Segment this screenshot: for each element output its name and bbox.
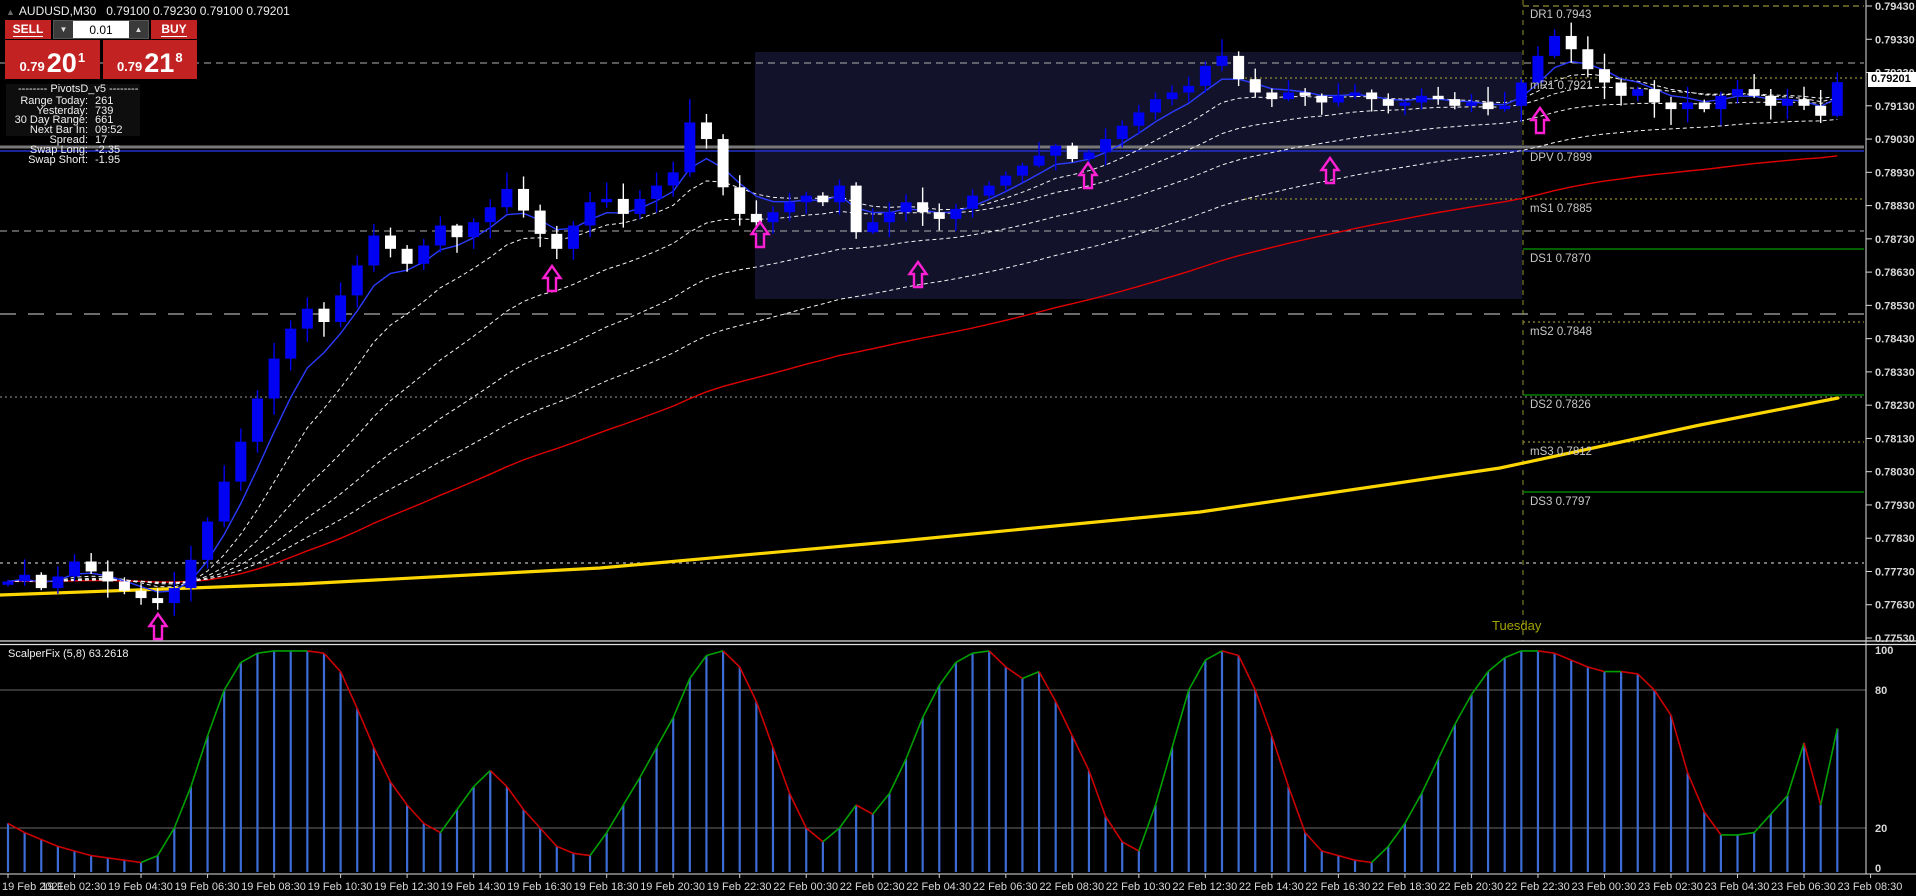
- main-chart-canvas: DR1 0.7943 mR1 0.7921 DPV 0.7899 mS1 0.7885…: [0, 0, 1916, 896]
- current-price-box: 0.79201: [1868, 72, 1916, 87]
- chart-title: ▲ AUDUSD,M30 0.79100 0.79230 0.79100 0.792…: [6, 4, 290, 18]
- time-tick-label: 19 Feb 08:30: [241, 881, 306, 893]
- pivot-label-DR1: DR1 0.7943: [1530, 9, 1591, 21]
- time-tick-label: 23 Feb 00:30: [1571, 881, 1636, 893]
- pivots-panel-row: Swap Short:-1.95: [6, 156, 140, 166]
- oscillator-levels: [0, 690, 1866, 828]
- pivot-label-mS3: mS3 0.7812: [1530, 446, 1592, 458]
- up-arrow-icon: [544, 266, 561, 291]
- time-tick-label: 22 Feb 06:30: [973, 881, 1038, 893]
- time-tick-label: 22 Feb 08:30: [1039, 881, 1104, 893]
- time-tick-label: 19 Feb 14:30: [441, 881, 506, 893]
- oscillator-scale-label: 0: [1875, 863, 1881, 875]
- time-tick-label: 19 Feb 12:30: [374, 881, 439, 893]
- oscillator-scale-label: 80: [1875, 685, 1887, 697]
- price-tick-label: 0.78530: [1875, 300, 1915, 312]
- price-tick-label: 0.78230: [1875, 400, 1915, 412]
- time-tick-label: 22 Feb 12:30: [1172, 881, 1237, 893]
- price-tick-label: 0.77730: [1875, 566, 1915, 578]
- buy-price-big: 21: [144, 50, 174, 77]
- time-tick-label: 19 Feb 04:30: [108, 881, 173, 893]
- time-tick-label: 23 Feb 02:30: [1638, 881, 1703, 893]
- pivot-label-mR1: mR1 0.7921: [1530, 80, 1593, 92]
- time-tick-label: 22 Feb 04:30: [906, 881, 971, 893]
- time-tick-label: 22 Feb 20:30: [1438, 881, 1503, 893]
- price-tick-label: 0.78930: [1875, 167, 1915, 179]
- up-arrow-icon: [150, 614, 167, 639]
- price-tick-label: 0.78830: [1875, 201, 1915, 213]
- volume-decrease-icon[interactable]: ▼: [54, 21, 73, 38]
- time-tick-label: 22 Feb 22:30: [1505, 881, 1570, 893]
- buy-price-pip: 8: [175, 50, 182, 65]
- price-tick-label: 0.79030: [1875, 134, 1915, 146]
- buy-price-button[interactable]: 0.79 21 8: [103, 40, 198, 79]
- time-tick-label: 19 Feb 18:30: [574, 881, 639, 893]
- sell-price-pip: 1: [78, 50, 85, 65]
- expand-triangle-icon[interactable]: ▲: [6, 7, 15, 17]
- price-tick-label: 0.78030: [1875, 467, 1915, 479]
- time-tick-label: 19 Feb 20:30: [640, 881, 705, 893]
- time-axis: 19 Feb 202119 Feb 02:3019 Feb 04:3019 Fe…: [2, 874, 1902, 893]
- pivot-label-DPV: DPV 0.7899: [1530, 152, 1592, 164]
- pivot-label-mS2: mS2 0.7848: [1530, 326, 1592, 338]
- pivot-label-DS1: DS1 0.7870: [1530, 253, 1591, 265]
- price-tick-label: 0.79330: [1875, 34, 1915, 46]
- time-tick-label: 19 Feb 16:30: [507, 881, 572, 893]
- time-tick-label: 23 Feb 08:30: [1838, 881, 1903, 893]
- price-tick-label: 0.77630: [1875, 600, 1915, 612]
- time-tick-label: 22 Feb 10:30: [1106, 881, 1171, 893]
- time-tick-label: 23 Feb 04:30: [1705, 881, 1770, 893]
- volume-input[interactable]: [73, 21, 129, 38]
- day-separator-label: Tuesday: [1492, 618, 1541, 633]
- sell-price-prefix: 0.79: [19, 59, 44, 74]
- price-tick-label: 0.78730: [1875, 234, 1915, 246]
- buy-button[interactable]: BUY: [151, 20, 197, 39]
- oscillator-title: ScalperFix (5,8) 63.2618: [8, 648, 128, 660]
- pivot-label-DS3: DS3 0.7797: [1530, 496, 1591, 508]
- volume-stepper: ▼ ▲: [53, 20, 149, 39]
- sell-price-button[interactable]: 0.79 20 1: [5, 40, 100, 79]
- mt4-chart-window: DR1 0.7943 mR1 0.7921 DPV 0.7899 mS1 0.7885…: [0, 0, 1916, 896]
- price-tick-label: 0.78430: [1875, 334, 1915, 346]
- price-tick-label: 0.78330: [1875, 367, 1915, 379]
- time-tick-label: 19 Feb 06:30: [175, 881, 240, 893]
- pivot-labels: DR1 0.7943 mR1 0.7921 DPV 0.7899 mS1 0.7885…: [1530, 9, 1593, 508]
- oscillator-scale: 100 80 20 0: [1875, 645, 1893, 875]
- price-tick-label: 0.77930: [1875, 500, 1915, 512]
- price-tick-label: 0.79130: [1875, 101, 1915, 113]
- time-tick-label: 22 Feb 16:30: [1305, 881, 1370, 893]
- time-tick-label: 22 Feb 00:30: [773, 881, 838, 893]
- pivot-label-DS2: DS2 0.7826: [1530, 399, 1591, 411]
- time-tick-label: 22 Feb 18:30: [1372, 881, 1437, 893]
- time-tick-label: 22 Feb 02:30: [840, 881, 905, 893]
- oscillator-histogram: [8, 651, 1837, 872]
- time-tick-label: 19 Feb 22:30: [707, 881, 772, 893]
- symbol-period-label: AUDUSD,M30: [19, 4, 96, 18]
- session-highlight-box: [755, 52, 1522, 299]
- price-tick-label: 0.77830: [1875, 533, 1915, 545]
- price-axis: 0.794300.793300.792300.791300.790300.789…: [1866, 0, 1915, 874]
- pivots-info-panel: -------- PivotsD_v5 -------- Range Today…: [6, 84, 156, 165]
- price-tick-label: 0.78130: [1875, 433, 1915, 445]
- price-tick-label: 0.78630: [1875, 267, 1915, 279]
- volume-increase-icon[interactable]: ▲: [129, 21, 148, 38]
- pivot-label-mS1: mS1 0.7885: [1530, 203, 1592, 215]
- up-arrow-icon: [1532, 108, 1549, 133]
- oscillator-scale-label: 100: [1875, 645, 1893, 657]
- buy-price-prefix: 0.79: [117, 59, 142, 74]
- panel-separators: [0, 641, 1916, 874]
- sell-price-big: 20: [47, 50, 77, 77]
- ohlc-values: 0.79100 0.79230 0.79100 0.79201: [106, 4, 290, 18]
- price-tick-label: 0.79430: [1875, 1, 1915, 13]
- one-click-trading-widget: SELL ▼ ▲ BUY 0.79 20 1 0.79 21 8: [5, 20, 197, 79]
- time-tick-label: 19 Feb 02:30: [42, 881, 107, 893]
- time-tick-label: 23 Feb 06:30: [1771, 881, 1836, 893]
- sell-button[interactable]: SELL: [5, 20, 51, 39]
- time-tick-label: 19 Feb 10:30: [308, 881, 373, 893]
- price-tick-label: 0.77530: [1875, 633, 1915, 645]
- oscillator-scale-label: 20: [1875, 823, 1887, 835]
- time-tick-label: 22 Feb 14:30: [1239, 881, 1304, 893]
